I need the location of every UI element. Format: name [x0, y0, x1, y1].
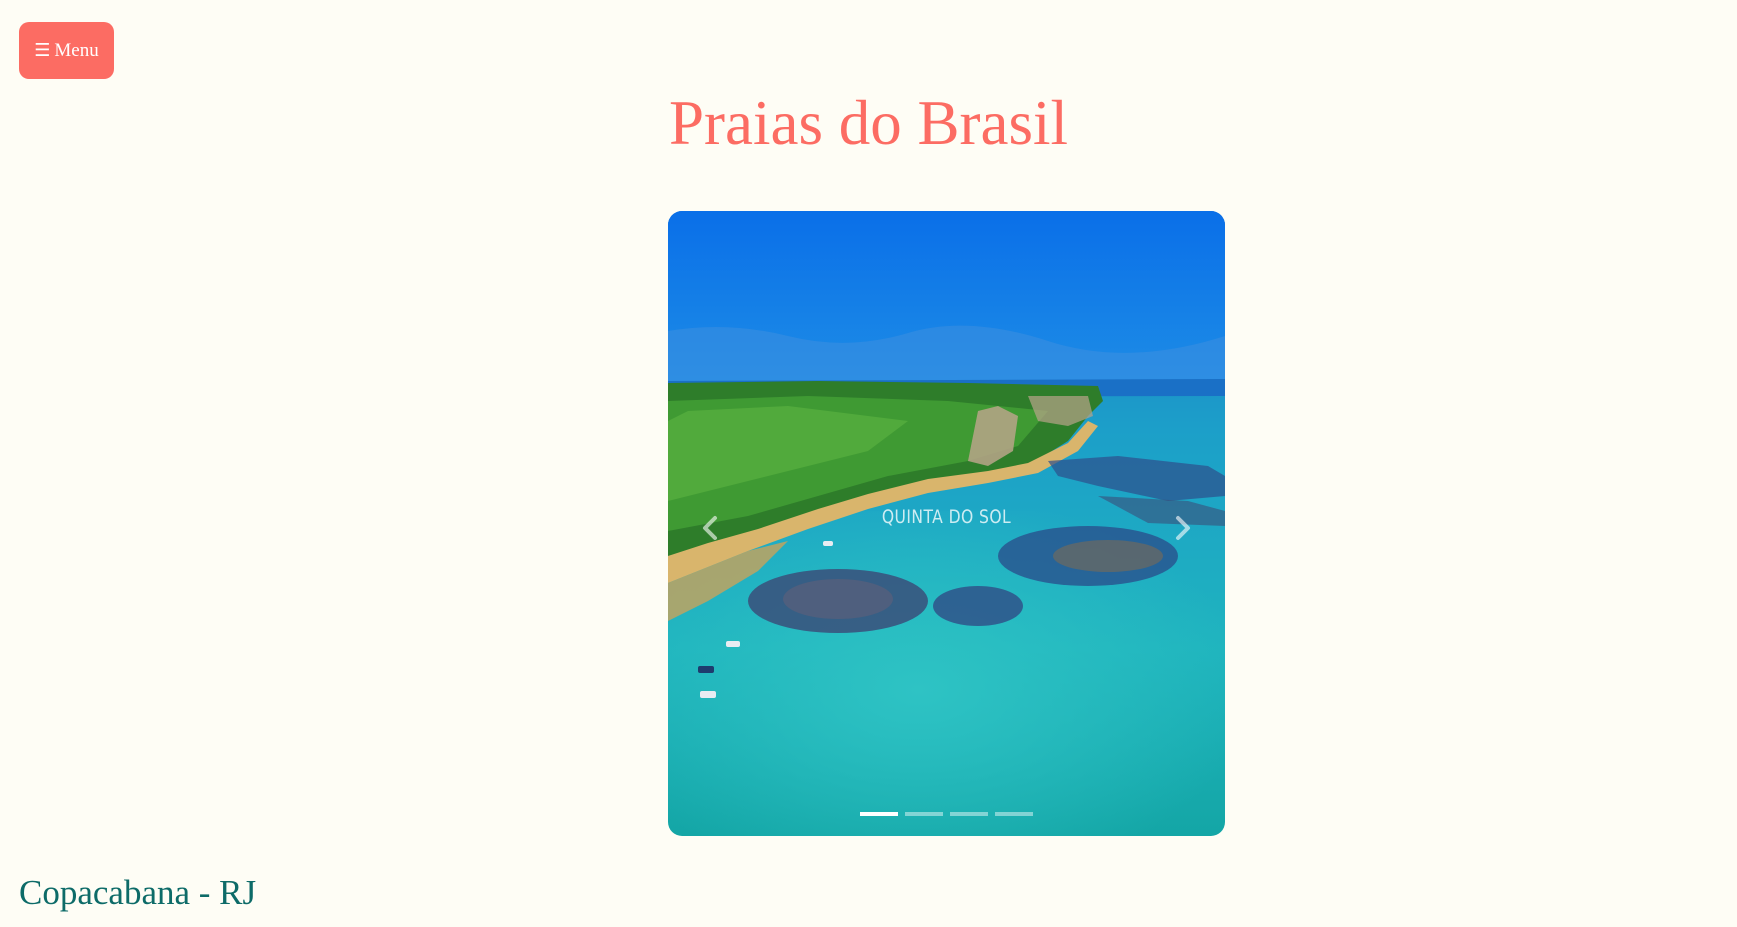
carousel-indicator[interactable] [950, 812, 988, 816]
hamburger-icon: ☰ [34, 39, 51, 61]
slide-caption: QUINTA DO SOL [881, 506, 1012, 528]
carousel-indicator[interactable] [905, 812, 943, 816]
chevron-left-icon [703, 516, 717, 540]
carousel-indicators [860, 812, 1033, 816]
menu-label: Menu [54, 39, 99, 61]
page-title: Praias do Brasil [669, 88, 1068, 158]
carousel-indicator[interactable] [995, 812, 1033, 816]
carousel-prev-button[interactable] [690, 508, 730, 548]
image-carousel[interactable]: QUINTA DO SOL [668, 211, 1225, 836]
carousel-next-button[interactable] [1163, 508, 1203, 548]
menu-button[interactable]: ☰ Menu [19, 22, 114, 79]
carousel-indicator[interactable] [860, 812, 898, 816]
chevron-right-icon [1176, 516, 1190, 540]
beach-heading: Copacabana - RJ [19, 873, 257, 912]
